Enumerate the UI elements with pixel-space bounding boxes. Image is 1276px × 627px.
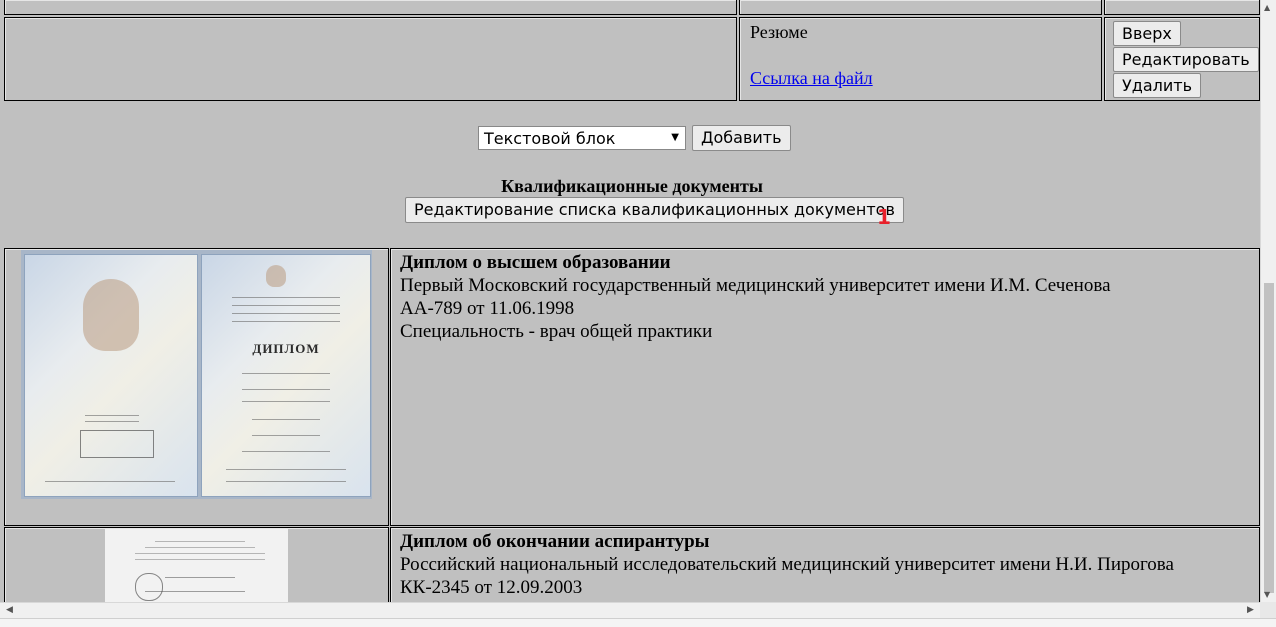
add-block-button[interactable]: Добавить [692,125,791,151]
document-1-number: АА-789 от 11.06.1998 [400,298,575,319]
text-line [252,419,320,420]
document-1-title: Диплом о высшем образовании [400,252,671,273]
block-type-select-value: Текстовой блок [484,129,616,148]
top-row-cell-1 [4,0,737,15]
text-line [242,401,330,402]
diploma-2-image[interactable] [105,529,288,602]
text-line [242,389,330,390]
diploma-inner-page: ДИПЛОМ [201,254,371,497]
signature-mark [135,573,163,601]
text-line [145,547,255,548]
horizontal-scrollbar[interactable]: ◀ ▶ [0,602,1260,618]
edit-button[interactable]: Редактировать [1113,47,1259,72]
annotation-marker: 1 [877,205,891,229]
scrollbar-corner [1260,602,1276,618]
document-1-institution: Первый Московский государственный медици… [400,275,1111,296]
top-row-cell-3 [1104,0,1260,15]
text-line [232,305,340,306]
text-line [45,481,175,482]
diploma-word: ДИПЛОМ [252,341,320,356]
text-line [135,559,265,560]
qualifications-title: Квалификационные документы [501,176,763,196]
text-line [232,313,340,314]
arrow-left-icon[interactable]: ◀ [6,605,13,615]
resume-title: Резюме [750,22,808,42]
document-2-info: Диплом об окончании аспирантуры Российск… [400,530,1174,599]
stamp-mark [80,430,154,458]
resume-row-empty-cell [4,17,737,101]
text-line [155,541,245,542]
text-line [226,481,346,482]
dropdown-arrow-icon: ▼ [671,132,679,143]
arrow-down-icon[interactable]: ▼ [1264,590,1270,599]
edit-qualifications-list-button[interactable]: Редактирование списка квалификационных д… [405,197,904,223]
document-2-institution: Российский национальный исследовательски… [400,554,1174,575]
block-type-select[interactable]: Текстовой блок ▼ [478,126,686,150]
diploma-1-image[interactable]: ДИПЛОМ [21,250,372,499]
text-line [85,415,139,416]
top-row-cell-2 [739,0,1102,15]
file-link[interactable]: Ссылка на файл [750,68,873,89]
text-line [232,297,340,298]
document-1-specialty: Специальность - врач общей практики [400,321,713,342]
text-line [85,421,139,422]
text-line [165,577,235,578]
text-line [232,321,340,322]
text-line [226,469,346,470]
vertical-scrollbar[interactable]: ▲ ▼ [1260,0,1276,602]
move-up-button[interactable]: Вверх [1113,21,1181,46]
text-line [242,451,330,452]
arrow-right-icon[interactable]: ▶ [1247,605,1254,615]
page-viewport: Резюме Ссылка на файл Вверх Редактироват… [0,0,1260,602]
small-emblem-icon [266,265,286,287]
delete-button[interactable]: Удалить [1113,73,1201,98]
document-1-info: Диплом о высшем образовании Первый Моско… [400,251,1111,343]
document-2-title: Диплом об окончании аспирантуры [400,531,710,552]
diploma-cover-page [24,254,198,497]
arrow-up-icon[interactable]: ▲ [1264,3,1270,12]
window-bottom-edge [0,618,1276,627]
text-line [242,373,330,374]
vertical-scroll-thumb[interactable] [1264,283,1274,593]
text-line [252,435,320,436]
coat-of-arms-icon [83,279,139,351]
document-2-number: КК-2345 от 12.09.2003 [400,577,583,598]
text-line [135,553,265,554]
